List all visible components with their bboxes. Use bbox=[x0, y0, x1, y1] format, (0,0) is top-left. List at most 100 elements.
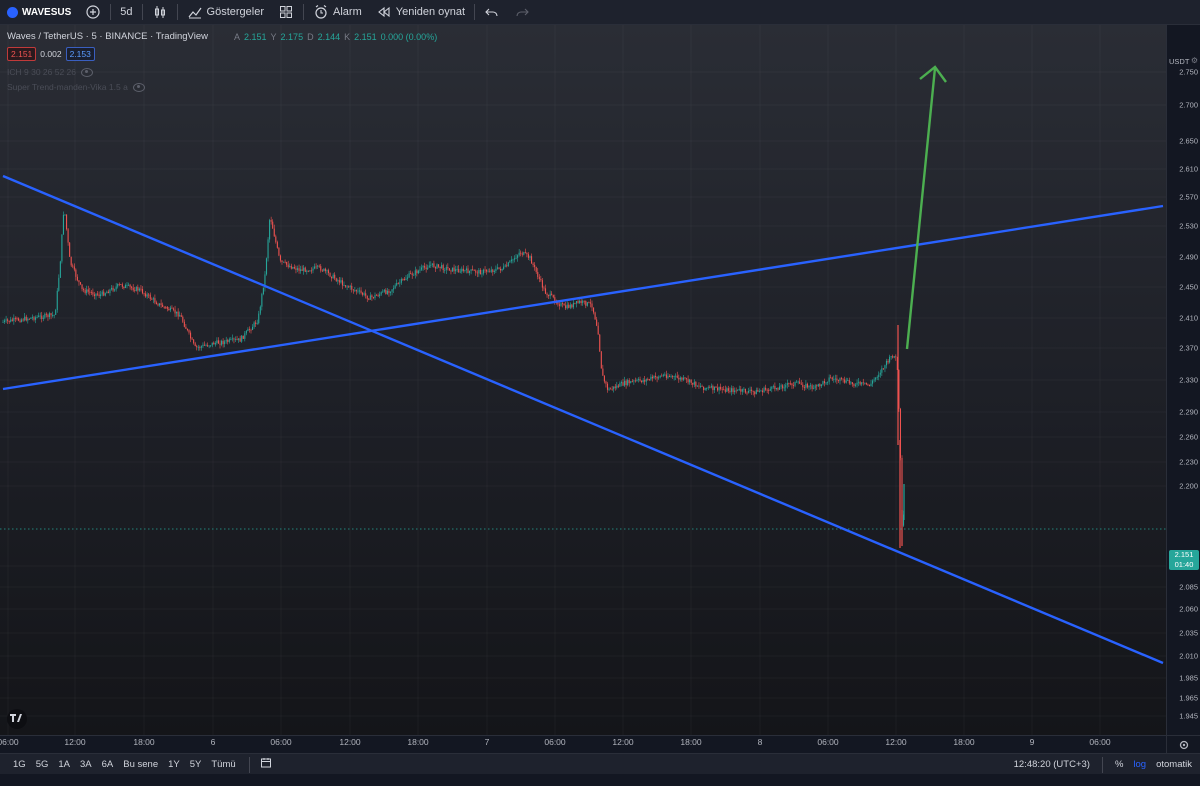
candle-body bbox=[155, 302, 157, 305]
candle-body bbox=[171, 307, 173, 309]
percent-scale-toggle[interactable]: % bbox=[1115, 759, 1123, 770]
candle-body bbox=[98, 294, 100, 297]
time-axis[interactable]: 06:00 12:00 18:00 6 06:00 12:00 18:00 7 06:00 12:… bbox=[0, 735, 1166, 754]
symbol-search-button[interactable]: WAVESUS bbox=[0, 0, 78, 24]
candle-body bbox=[17, 318, 20, 321]
range-button[interactable]: 1Y bbox=[163, 759, 185, 770]
range-button[interactable]: 5Y bbox=[185, 759, 207, 770]
candle-body bbox=[149, 294, 151, 299]
range-button[interactable]: Bu sene bbox=[118, 759, 163, 770]
candle-body bbox=[788, 383, 790, 384]
candle-body bbox=[19, 320, 21, 322]
candle-body bbox=[861, 382, 863, 385]
interval-button[interactable]: 5d bbox=[113, 0, 139, 24]
range-button[interactable]: 5G bbox=[31, 759, 54, 770]
candle-body bbox=[439, 266, 441, 269]
candle-body bbox=[703, 386, 705, 390]
candle-body bbox=[124, 284, 126, 288]
candle-body bbox=[168, 308, 170, 311]
price-label: 1.945 bbox=[1179, 711, 1198, 721]
candle-body bbox=[315, 266, 317, 268]
candlestick-chart[interactable] bbox=[0, 25, 1166, 735]
goto-date-button[interactable] bbox=[252, 757, 280, 772]
log-scale-toggle[interactable]: log bbox=[1133, 759, 1146, 770]
candle-body bbox=[586, 302, 588, 306]
candle-body bbox=[616, 385, 618, 388]
range-button[interactable]: 1A bbox=[53, 759, 75, 770]
candle-body bbox=[298, 268, 300, 271]
candle-body bbox=[535, 266, 537, 272]
range-button[interactable]: Tümü bbox=[206, 759, 240, 770]
candle-body bbox=[431, 263, 433, 265]
candle-body bbox=[670, 376, 672, 378]
candle-body bbox=[487, 271, 489, 273]
candle-body bbox=[217, 340, 219, 344]
axis-settings-icon[interactable]: ⚙ bbox=[1191, 56, 1198, 65]
candle-body bbox=[109, 289, 111, 294]
footer-strip bbox=[0, 774, 1200, 786]
candle-body bbox=[376, 294, 378, 296]
candle-body bbox=[628, 380, 630, 384]
candle-body bbox=[718, 386, 720, 391]
layouts-button[interactable] bbox=[271, 0, 301, 24]
projection-arrow-line[interactable] bbox=[905, 67, 937, 350]
trendline-descending[interactable] bbox=[2, 174, 1164, 665]
candle-body bbox=[802, 384, 804, 388]
currency-label[interactable]: USDT bbox=[1169, 57, 1189, 66]
hidden-eye-icon[interactable] bbox=[132, 82, 145, 92]
time-label: 12:00 bbox=[885, 737, 907, 747]
candle-body bbox=[447, 267, 449, 269]
candle-body bbox=[531, 256, 533, 264]
candle-body bbox=[100, 294, 102, 297]
candle-body bbox=[707, 387, 709, 389]
sell-price-button[interactable]: 2.151 bbox=[7, 47, 37, 61]
redo-button[interactable] bbox=[507, 0, 537, 24]
time-label: 06:00 bbox=[544, 737, 566, 747]
candle-body bbox=[290, 265, 292, 269]
candle-body bbox=[262, 287, 264, 294]
indicators-button[interactable]: Göstergeler bbox=[180, 0, 271, 24]
legend-title[interactable]: Waves / TetherUS · 5 · BINANCE · Trading… bbox=[7, 31, 208, 42]
range-button[interactable]: 6A bbox=[97, 759, 119, 770]
candle-body bbox=[69, 242, 71, 257]
candle-body bbox=[546, 293, 548, 296]
candle-body bbox=[763, 387, 765, 393]
auto-scale-toggle[interactable]: otomatik bbox=[1156, 759, 1192, 770]
candle-body bbox=[172, 308, 175, 310]
candle-body bbox=[53, 314, 55, 316]
candle-body bbox=[388, 290, 390, 293]
candle-body bbox=[143, 293, 145, 295]
candle-body bbox=[472, 269, 474, 271]
candle-body bbox=[827, 381, 829, 383]
timezone-clock[interactable]: 12:48:20 (UTC+3) bbox=[1014, 759, 1090, 770]
calendar-range-icon bbox=[260, 758, 271, 768]
undo-button[interactable] bbox=[477, 0, 507, 24]
indicator-row-supertrend[interactable]: Super Trend-manden-Vika 1.5 a bbox=[7, 82, 145, 92]
candle-body bbox=[389, 291, 392, 293]
tradingview-logo[interactable] bbox=[7, 709, 27, 729]
buy-price-button[interactable]: 2.153 bbox=[65, 47, 95, 61]
range-button[interactable]: 1G bbox=[8, 759, 31, 770]
axis-corner-settings[interactable] bbox=[1166, 735, 1200, 754]
alarm-button[interactable]: Alarm bbox=[306, 0, 369, 24]
chart-pane[interactable] bbox=[0, 25, 1166, 735]
compare-symbol-button[interactable] bbox=[78, 0, 108, 24]
candle-body bbox=[566, 304, 568, 309]
trendline-ascending[interactable] bbox=[2, 204, 1164, 391]
candle-body bbox=[208, 345, 210, 347]
chart-type-button[interactable] bbox=[145, 0, 175, 24]
candle-body bbox=[309, 270, 311, 272]
range-button[interactable]: 3A bbox=[75, 759, 97, 770]
candle-body bbox=[624, 380, 626, 386]
candle-body bbox=[78, 280, 80, 283]
price-axis[interactable]: USDT ⚙ 2.750 2.700 2.650 2.610 2.570 2.530 2.4… bbox=[1166, 25, 1200, 735]
candle-body bbox=[24, 316, 26, 321]
candle-body bbox=[165, 306, 167, 308]
candle-body bbox=[631, 381, 633, 382]
candle-body bbox=[73, 266, 75, 270]
price-label: 2.085 bbox=[1179, 582, 1198, 592]
replay-button[interactable]: Yeniden oynat bbox=[369, 0, 472, 24]
hidden-eye-icon[interactable] bbox=[81, 67, 93, 77]
candle-body bbox=[771, 386, 773, 389]
indicator-row-ichimoku[interactable]: ICH 9 30 26 52 26 bbox=[7, 67, 93, 77]
